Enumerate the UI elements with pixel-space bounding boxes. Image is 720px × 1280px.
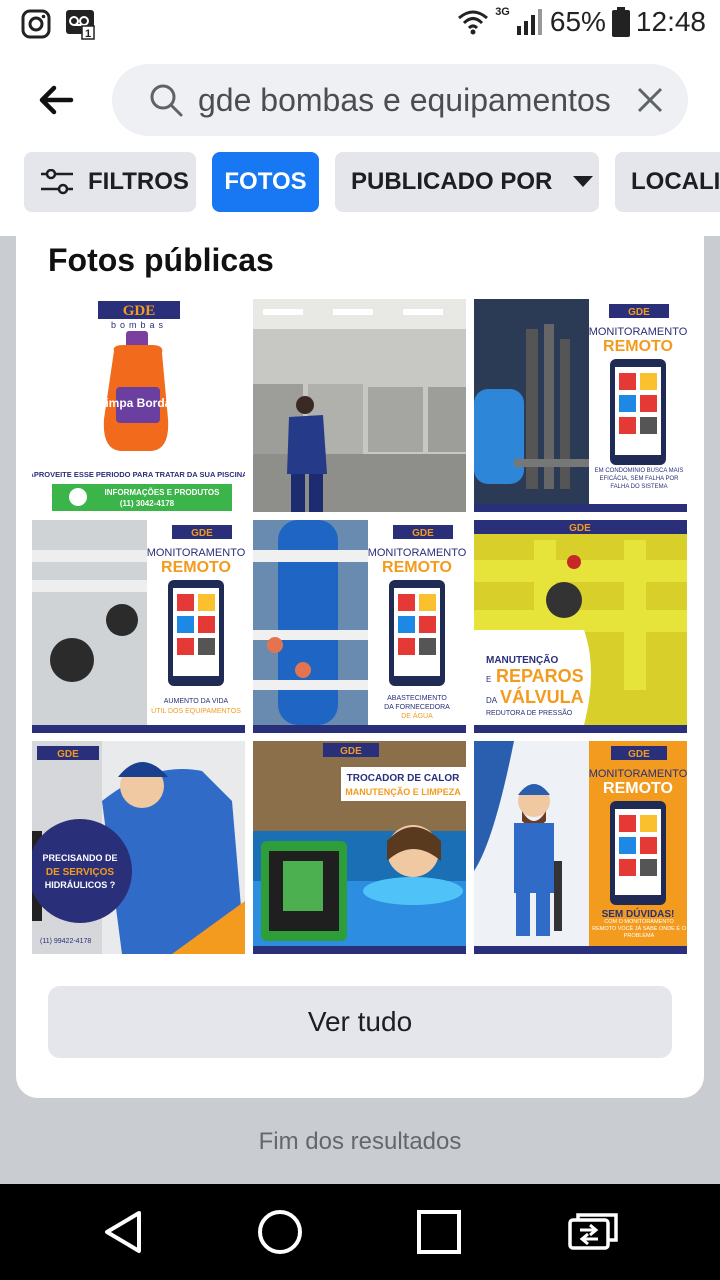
clock: 12:48 — [635, 6, 706, 37]
tile9-line4: COM O MONITORAMENTO REMOTO VOCÊ JÁ SABE … — [592, 919, 686, 939]
tile4-line1: MONITORAMENTO — [147, 547, 245, 559]
tile5-footer1: ABASTECIMENTO — [387, 695, 447, 702]
see-all-button[interactable]: Ver tudo — [48, 986, 672, 1058]
voicemail-badge: 1 — [85, 28, 91, 40]
product-name: Limpa Bordas — [98, 396, 178, 410]
switch-apps-icon — [568, 1213, 618, 1250]
posted-by-chip[interactable]: PUBLICADO POR — [335, 152, 599, 212]
gde-logo-sub: bombas — [111, 320, 167, 330]
system-nav-bar — [0, 1184, 720, 1280]
nav-back-button[interactable] — [95, 1206, 151, 1258]
gde-logo: GDE — [123, 303, 156, 319]
wifi-icon — [458, 10, 489, 35]
gde-logo: GDE — [191, 528, 213, 539]
tile5-footer2: DA FORNECEDORA — [384, 704, 450, 711]
photo-tile-heat-exchanger[interactable]: GDE TROCADOR DE CALOR MANUTENÇÃO E LIMPE… — [253, 741, 466, 954]
tile6-da: DA — [486, 696, 498, 705]
filters-chip[interactable]: FILTROS — [24, 152, 196, 212]
gde-logo: GDE — [569, 523, 591, 534]
status-bar: 1 3G 65% 12:48 — [0, 0, 720, 50]
location-chip-label: LOCALIZAÇÃO — [631, 168, 720, 195]
tile7-line2: DE SERVIÇOS — [46, 867, 114, 878]
battery-percent: 65% — [549, 6, 606, 37]
tile7-phone: (11) 99422-4178 — [40, 938, 91, 945]
cell-signal-icon — [516, 9, 542, 35]
photo-tile-remote-monitoring-3[interactable]: GDE MONITORAMENTO REMOTO ABASTECIMENTO D… — [253, 520, 466, 733]
filters-chip-label: FILTROS — [88, 168, 189, 195]
tile8-line2: MANUTENÇÃO E LIMPEZA — [345, 787, 461, 797]
back-arrow-icon — [39, 85, 74, 115]
tile6-line2: REPAROS — [496, 666, 584, 686]
tile9-line1: MONITORAMENTO — [589, 768, 687, 780]
battery-icon — [611, 7, 630, 37]
search-bar[interactable] — [112, 64, 688, 136]
tile6-line3: VÁLVULA — [500, 686, 584, 707]
photos-chip-label: FOTOS — [224, 168, 307, 195]
voicemail-notification-icon: 1 — [66, 10, 95, 40]
tile5-line2: REMOTO — [382, 559, 452, 576]
photo-tile-hydraulic-services[interactable]: GDE PRECISANDO DE DE SERVIÇOS HIDRÁULICO… — [32, 741, 245, 954]
photo-tile-valve-repair[interactable]: GDE MANUTENÇÃO E REPAROS DA VÁLVULA REDU… — [474, 520, 687, 733]
gde-logo: GDE — [340, 746, 362, 757]
tile4-footer2: ÚTIL DOS EQUIPAMENTOS — [151, 706, 241, 715]
tile3-line2: REMOTO — [603, 338, 673, 355]
tile6-e: E — [486, 675, 491, 684]
photo-tile-remote-monitoring-4[interactable]: GDE MONITORAMENTO REMOTO SEM DÚVIDAS! CO… — [474, 741, 687, 954]
search-input[interactable] — [198, 81, 624, 119]
clear-search-button[interactable] — [630, 80, 670, 120]
tile4-line2: REMOTO — [161, 559, 231, 576]
tile5-line1: MONITORAMENTO — [368, 547, 466, 559]
nav-switch-app-button[interactable] — [568, 1206, 624, 1258]
photo-tile-electrical-panel[interactable] — [253, 299, 466, 512]
public-photos-card: Fotos públicas GDE bombas Limpa Bordas A… — [16, 236, 704, 1098]
nav-recents-button[interactable] — [411, 1206, 467, 1258]
tile1-info: INFORMAÇÕES E PRODUTOS — [105, 488, 221, 497]
tile1-phone: (11) 3042-4178 — [120, 499, 175, 508]
photo-tile-limpa-bordas[interactable]: GDE bombas Limpa Bordas APROVEITE ESSE P… — [32, 299, 245, 512]
tile7-line1: PRECISANDO DE — [42, 853, 117, 863]
gde-logo: GDE — [628, 307, 650, 318]
tile3-line1: MONITORAMENTO — [589, 326, 687, 338]
search-header — [0, 50, 720, 150]
tile6-line1: MANUTENÇÃO — [486, 653, 558, 666]
dropdown-caret-icon — [573, 176, 594, 187]
tile7-line3: HIDRÁULICOS ? — [45, 880, 116, 890]
photo-grid: GDE bombas Limpa Bordas APROVEITE ESSE P… — [32, 299, 688, 954]
search-icon — [150, 84, 183, 117]
photo-tile-remote-monitoring-1[interactable]: GDE MONITORAMENTO REMOTO EM CONDOMÍNIO B… — [474, 299, 687, 512]
nav-home-button[interactable] — [252, 1206, 308, 1258]
triangle-back-icon — [105, 1211, 141, 1253]
tile4-footer1: AUMENTO DA VIDA — [164, 698, 229, 705]
sliders-icon — [41, 169, 73, 195]
network-type-label: 3G — [495, 6, 510, 18]
tile9-line2: REMOTO — [603, 780, 673, 797]
gde-logo: GDE — [57, 749, 79, 760]
gde-logo: GDE — [628, 749, 650, 760]
square-recents-icon — [417, 1210, 461, 1254]
tile8-line1: TROCADOR DE CALOR — [347, 773, 461, 784]
location-chip[interactable]: LOCALIZAÇÃO — [615, 152, 720, 212]
tile1-caption: APROVEITE ESSE PERIODO PARA TRATAR DA SU… — [32, 470, 245, 479]
posted-by-chip-label: PUBLICADO POR — [351, 168, 553, 195]
tile3-footer: EM CONDOMÍNIO BUSCA MAIS EFICÁCIA, SEM F… — [594, 468, 684, 490]
filter-chips: FILTROS FOTOS PUBLICADO POR LOCALIZAÇÃO — [0, 150, 720, 236]
back-button[interactable] — [28, 74, 84, 126]
instagram-icon — [21, 9, 51, 39]
tile5-footer3: DE ÁGUA — [401, 711, 433, 720]
tile6-line4: REDUTORA DE PRESSÃO — [486, 708, 573, 717]
photos-chip[interactable]: FOTOS — [212, 152, 319, 212]
circle-home-icon — [258, 1210, 302, 1254]
section-title: Fotos públicas — [48, 242, 274, 278]
photo-tile-remote-monitoring-2[interactable]: GDE MONITORAMENTO REMOTO AUMENTO DA VIDA… — [32, 520, 245, 733]
close-icon — [637, 87, 663, 113]
end-of-results: Fim dos resultados — [258, 1128, 462, 1155]
gde-logo: GDE — [412, 528, 434, 539]
